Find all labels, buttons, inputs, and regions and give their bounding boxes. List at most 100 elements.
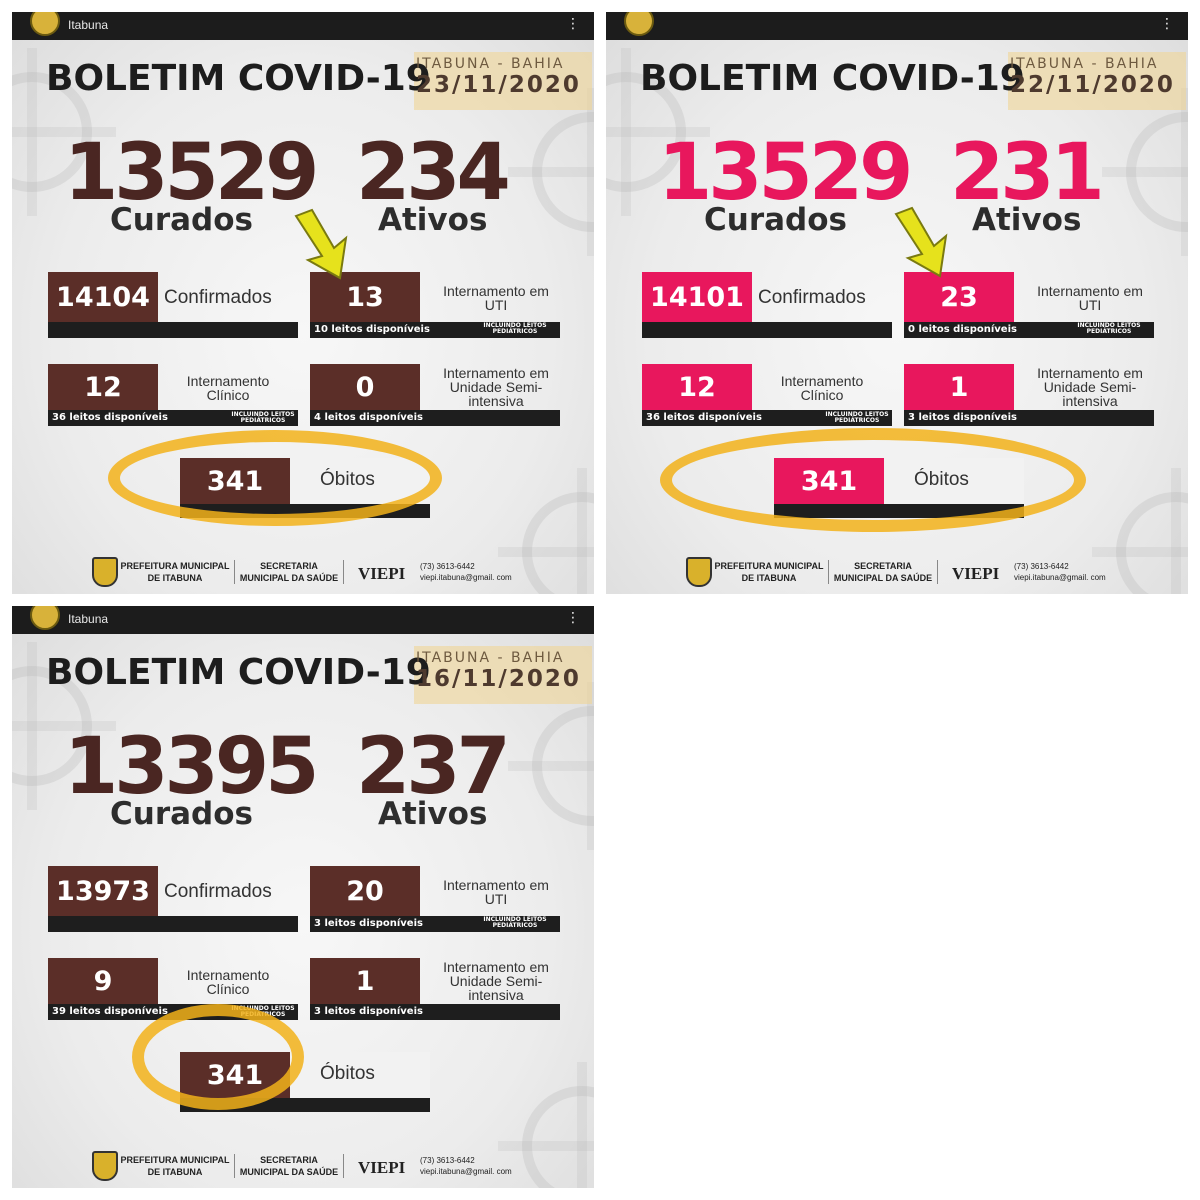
profile-avatar[interactable] bbox=[624, 12, 654, 36]
virus-decoration bbox=[508, 682, 594, 850]
footer-email: viepi.itabuna@gmail. com bbox=[1014, 573, 1106, 582]
uti-beds: 10 leitos disponíveis bbox=[314, 324, 430, 335]
bulletin-title: BOLETIM COVID-19 bbox=[640, 58, 1025, 99]
kebab-menu-icon[interactable]: ⋮ bbox=[566, 611, 580, 625]
app-top-bar: Itabuna ⋮ bbox=[12, 606, 594, 634]
footer-contact: (73) 3613-6442 viepi.itabuna@gmail. com bbox=[420, 561, 512, 583]
bulletin-title: BOLETIM COVID-19 bbox=[46, 58, 431, 99]
curados-count: 13529 bbox=[658, 128, 913, 218]
app-label: Itabuna bbox=[68, 18, 109, 32]
app-top-bar: Itabuna ⋮ bbox=[12, 12, 594, 40]
semi-count: 1 bbox=[310, 958, 420, 1004]
uti-count: 20 bbox=[310, 866, 420, 916]
semi-beds: 3 leitos disponíveis bbox=[314, 1006, 423, 1017]
viepi-logo: VIEPI bbox=[952, 564, 1000, 583]
confirmados-count: 13973 bbox=[48, 866, 158, 916]
stat-underbar bbox=[48, 322, 298, 338]
clinico-count: 12 bbox=[642, 364, 752, 410]
clinico-count: 12 bbox=[48, 364, 158, 410]
semi-label: Internamento em Unidade Semi-intensiva bbox=[443, 365, 549, 409]
place-label: ITABUNA - BAHIA bbox=[416, 650, 565, 666]
stat-underbar bbox=[642, 322, 892, 338]
bulletin-title: BOLETIM COVID-19 bbox=[46, 652, 431, 693]
place-label: ITABUNA - BAHIA bbox=[416, 56, 565, 72]
virus-decoration bbox=[498, 468, 594, 594]
curados-count: 13529 bbox=[64, 128, 319, 218]
bulletin-date: 23/11/2020 bbox=[416, 72, 581, 98]
uti-label: Internamento em UTI bbox=[443, 877, 549, 907]
clinico-label: Internamento Clínico bbox=[186, 373, 270, 403]
uti-note: INCLUINDO LEITOS PEDIÁTRICOS bbox=[1077, 322, 1141, 335]
virus-decoration bbox=[1092, 468, 1188, 594]
itabuna-coat-of-arms-icon bbox=[92, 1151, 118, 1181]
uti-note: INCLUINDO LEITOS PEDIÁTRICOS bbox=[483, 916, 547, 929]
clinico-note: INCLUINDO LEITOS PEDIÁTRICOS bbox=[825, 411, 889, 424]
semi-beds: 3 leitos disponíveis bbox=[908, 412, 1017, 423]
confirmados-label: Confirmados bbox=[758, 287, 866, 308]
obitos-highlight-circle bbox=[660, 428, 1086, 532]
footer-email: viepi.itabuna@gmail. com bbox=[420, 573, 512, 582]
obitos-highlight-circle bbox=[132, 1004, 304, 1110]
virus-decoration bbox=[1102, 88, 1188, 256]
bulletin-panel: Itabuna ⋮ BOLETIM COVID-19 ITABUNA - BAH… bbox=[12, 12, 594, 594]
clinico-label: Internamento Clínico bbox=[186, 967, 270, 997]
obitos-label: Óbitos bbox=[320, 1063, 375, 1084]
semi-beds: 4 leitos disponíveis bbox=[314, 412, 423, 423]
footer-phone: (73) 3613-6442 bbox=[1014, 562, 1069, 571]
clinico-beds: 36 leitos disponíveis bbox=[646, 412, 762, 423]
obitos-highlight-circle bbox=[108, 430, 442, 526]
uti-note: INCLUINDO LEITOS PEDIÁTRICOS bbox=[483, 322, 547, 335]
footer-secretaria: SECRETARIA MUNICIPAL DA SAÚDE bbox=[828, 560, 938, 584]
ativos-count: 237 bbox=[356, 722, 511, 812]
profile-avatar[interactable] bbox=[30, 606, 60, 630]
bulletin-panel: Itabuna ⋮ BOLETIM COVID-19 ITABUNA - BAH… bbox=[12, 606, 594, 1188]
curados-label: Curados bbox=[110, 796, 253, 832]
itabuna-coat-of-arms-icon bbox=[686, 557, 712, 587]
semi-label: Internamento em Unidade Semi-intensiva bbox=[443, 959, 549, 1003]
bulletin-date: 16/11/2020 bbox=[416, 666, 581, 692]
clinico-beds: 36 leitos disponíveis bbox=[52, 412, 168, 423]
ativos-label: Ativos bbox=[378, 202, 488, 238]
pointer-arrow-icon bbox=[294, 208, 348, 280]
bulletin-date: 22/11/2020 bbox=[1010, 72, 1175, 98]
profile-avatar[interactable] bbox=[30, 12, 60, 36]
semi-count: 0 bbox=[310, 364, 420, 410]
clinico-note: INCLUINDO LEITOS PEDIÁTRICOS bbox=[231, 411, 295, 424]
semi-count: 1 bbox=[904, 364, 1014, 410]
ativos-label: Ativos bbox=[378, 796, 488, 832]
uti-label: Internamento em UTI bbox=[1037, 283, 1143, 313]
app-top-bar: ⋮ bbox=[606, 12, 1188, 40]
curados-count: 13395 bbox=[64, 722, 319, 812]
footer-contact: (73) 3613-6442 viepi.itabuna@gmail. com bbox=[1014, 561, 1106, 583]
virus-decoration bbox=[508, 88, 594, 256]
kebab-menu-icon[interactable]: ⋮ bbox=[566, 17, 580, 31]
itabuna-coat-of-arms-icon bbox=[92, 557, 118, 587]
curados-label: Curados bbox=[110, 202, 253, 238]
footer-prefeitura: PREFEITURA MUNICIPAL DE ITABUNA bbox=[714, 561, 824, 583]
confirmados-count: 14104 bbox=[48, 272, 158, 322]
uti-beds: 0 leitos disponíveis bbox=[908, 324, 1017, 335]
bulletin-panel: ⋮ BOLETIM COVID-19 ITABUNA - BAHIA 22/11… bbox=[606, 12, 1188, 594]
viepi-logo: VIEPI bbox=[358, 1158, 406, 1177]
confirmados-label: Confirmados bbox=[164, 287, 272, 308]
pointer-arrow-icon bbox=[894, 206, 948, 278]
clinico-count: 9 bbox=[48, 958, 158, 1004]
clinico-label: Internamento Clínico bbox=[780, 373, 864, 403]
ativos-label: Ativos bbox=[972, 202, 1082, 238]
ativos-count: 234 bbox=[356, 128, 511, 218]
clinico-beds: 39 leitos disponíveis bbox=[52, 1006, 168, 1017]
kebab-menu-icon[interactable]: ⋮ bbox=[1160, 17, 1174, 31]
footer-prefeitura: PREFEITURA MUNICIPAL DE ITABUNA bbox=[120, 561, 230, 583]
footer-secretaria: SECRETARIA MUNICIPAL DA SAÚDE bbox=[234, 560, 344, 584]
footer-phone: (73) 3613-6442 bbox=[420, 562, 475, 571]
footer-secretaria: SECRETARIA MUNICIPAL DA SAÚDE bbox=[234, 1154, 344, 1178]
footer-phone: (73) 3613-6442 bbox=[420, 1156, 475, 1165]
footer-email: viepi.itabuna@gmail. com bbox=[420, 1167, 512, 1176]
ativos-count: 231 bbox=[950, 128, 1105, 218]
uti-label: Internamento em UTI bbox=[443, 283, 549, 313]
virus-decoration bbox=[498, 1062, 594, 1188]
semi-label: Internamento em Unidade Semi-intensiva bbox=[1037, 365, 1143, 409]
footer-prefeitura: PREFEITURA MUNICIPAL DE ITABUNA bbox=[120, 1155, 230, 1177]
app-label: Itabuna bbox=[68, 612, 109, 626]
place-label: ITABUNA - BAHIA bbox=[1010, 56, 1159, 72]
